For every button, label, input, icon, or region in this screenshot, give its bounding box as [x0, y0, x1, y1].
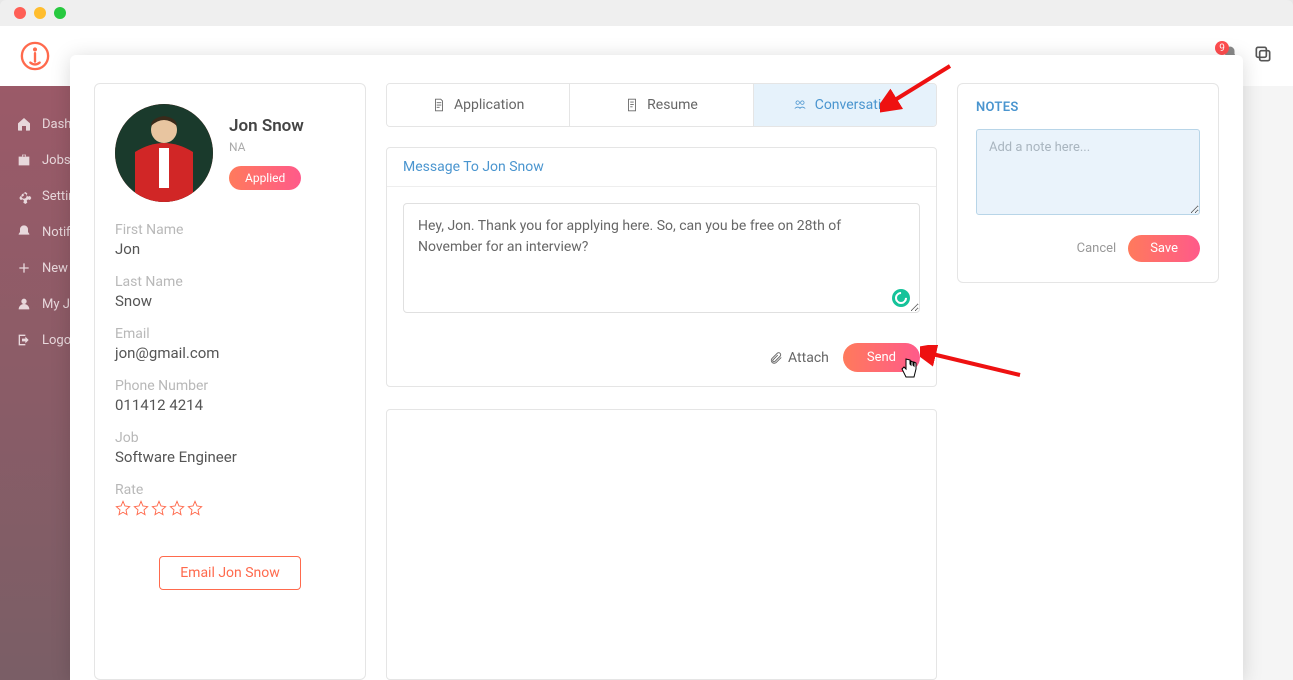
rate-label: Rate — [115, 482, 345, 498]
notes-title: NOTES — [976, 100, 1200, 115]
paperclip-icon — [769, 351, 783, 365]
tab-resume[interactable]: Resume — [570, 84, 753, 126]
avatar — [115, 104, 213, 202]
app-logo[interactable] — [20, 41, 50, 71]
sidebar-item-settings[interactable]: Settings — [0, 178, 70, 214]
tab-label: Application — [454, 97, 524, 113]
star-icon[interactable] — [133, 500, 149, 516]
message-input[interactable] — [403, 203, 920, 313]
sidebar-item-label: Logout — [42, 333, 70, 348]
email-value: jon@gmail.com — [115, 344, 345, 362]
tab-conversation[interactable]: Conversation — [754, 84, 936, 126]
first-name-value: Jon — [115, 240, 345, 258]
sidebar-item-label: Dashboard — [42, 117, 70, 132]
job-label: Job — [115, 430, 345, 446]
minimize-window-dot[interactable] — [34, 7, 46, 19]
detail-tabs: Application Resume Conversation — [386, 83, 937, 127]
conversation-thread — [386, 409, 937, 680]
job-value: Software Engineer — [115, 448, 345, 466]
notes-panel: NOTES Cancel Save — [957, 83, 1219, 283]
conversation-icon — [793, 98, 807, 112]
maximize-window-dot[interactable] — [54, 7, 66, 19]
sidebar-item-my[interactable]: My Jobs — [0, 286, 70, 322]
tab-label: Resume — [647, 97, 698, 113]
attach-label: Attach — [788, 350, 829, 366]
sidebar-item-label: Settings — [42, 189, 70, 204]
center-column: Application Resume Conversation Message … — [386, 83, 937, 680]
message-panel: Message To Jon Snow Attach Send — [386, 147, 937, 387]
sidebar-item-label: Jobs — [42, 153, 70, 168]
sidebar-item-logout[interactable]: Logout — [0, 322, 70, 358]
sidebar-item-label: Notifications — [42, 225, 70, 240]
app-sidebar: Dashboard Jobs Settings Notifications Ne… — [0, 86, 70, 680]
last-name-value: Snow — [115, 292, 345, 310]
first-name-label: First Name — [115, 222, 345, 238]
candidate-modal: Jon Snow NA Applied First Name Jon Last N… — [70, 55, 1243, 680]
grammarly-icon — [892, 289, 910, 307]
resume-icon — [625, 98, 639, 112]
attach-button[interactable]: Attach — [769, 350, 829, 366]
cancel-button[interactable]: Cancel — [1077, 241, 1117, 256]
profile-card: Jon Snow NA Applied First Name Jon Last N… — [94, 83, 366, 680]
notes-input[interactable] — [976, 129, 1200, 215]
rating-stars[interactable] — [115, 500, 345, 516]
star-icon[interactable] — [151, 500, 167, 516]
sidebar-item-dashboard[interactable]: Dashboard — [0, 106, 70, 142]
notification-badge: 9 — [1215, 41, 1229, 55]
email-label: Email — [115, 326, 345, 342]
profile-subtitle: NA — [229, 140, 304, 154]
send-button[interactable]: Send — [843, 343, 920, 372]
last-name-label: Last Name — [115, 274, 345, 290]
sidebar-item-jobs[interactable]: Jobs — [0, 142, 70, 178]
window-chrome — [0, 0, 1293, 26]
sidebar-item-label: My Jobs — [42, 297, 70, 312]
save-button[interactable]: Save — [1128, 235, 1200, 262]
star-icon[interactable] — [187, 500, 203, 516]
copy-icon[interactable] — [1253, 44, 1273, 68]
message-header: Message To Jon Snow — [387, 148, 936, 187]
tab-label: Conversation — [815, 97, 897, 113]
email-candidate-button[interactable]: Email Jon Snow — [159, 556, 301, 590]
sidebar-item-notifications[interactable]: Notifications — [0, 214, 70, 250]
document-icon — [432, 98, 446, 112]
sidebar-item-new[interactable]: New — [0, 250, 70, 286]
star-icon[interactable] — [115, 500, 131, 516]
close-window-dot[interactable] — [14, 7, 26, 19]
phone-value: 011412 4214 — [115, 396, 345, 414]
phone-label: Phone Number — [115, 378, 345, 394]
tab-application[interactable]: Application — [387, 84, 570, 126]
star-icon[interactable] — [169, 500, 185, 516]
sidebar-item-label: New — [42, 261, 68, 276]
status-badge[interactable]: Applied — [229, 166, 301, 190]
profile-name: Jon Snow — [229, 116, 304, 136]
